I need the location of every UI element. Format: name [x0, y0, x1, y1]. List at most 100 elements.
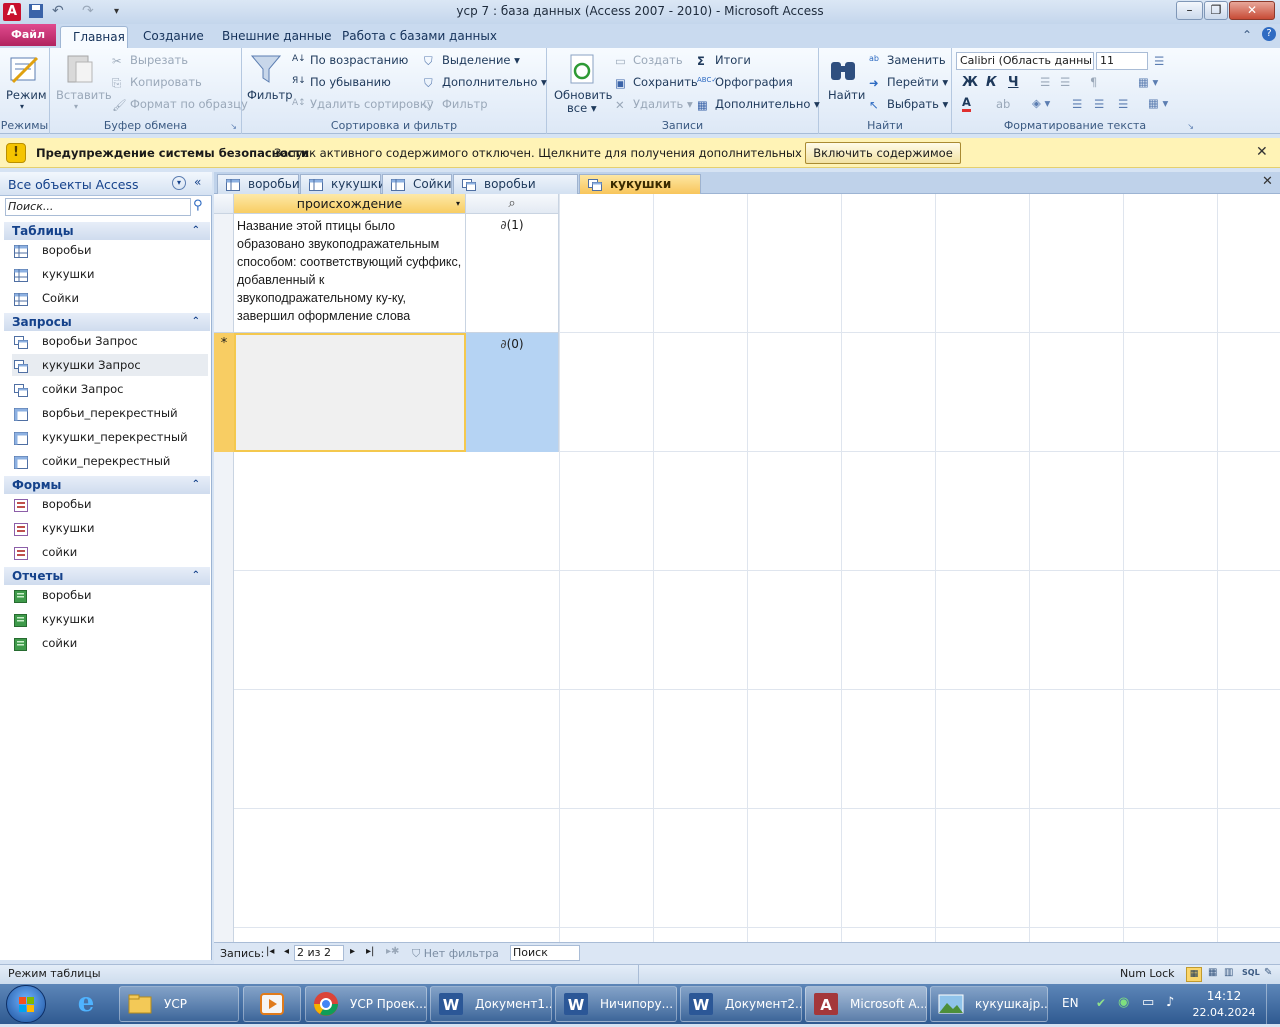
nav-item-reports-0[interactable]: воробьи: [12, 584, 208, 606]
row-selector[interactable]: [214, 214, 234, 333]
doc-tab-kukushki[interactable]: кукушки: [300, 174, 386, 194]
advanced-filter-button[interactable]: ⛉ Дополнительно ▾: [424, 75, 547, 90]
collapse-section-icon[interactable]: ⌃: [192, 476, 200, 494]
tab-file[interactable]: Файл: [0, 24, 56, 46]
paste-dropdown-icon[interactable]: ▾: [74, 102, 78, 111]
spelling-button[interactable]: ABC✓Орфография: [697, 75, 793, 90]
taskbar-item-word-doc2[interactable]: W Документ2...: [680, 986, 802, 1022]
replace-button[interactable]: ab Заменить: [869, 53, 946, 68]
datasheet-search-input[interactable]: Поиск: [510, 945, 580, 961]
view-dropdown-icon[interactable]: ▾: [20, 102, 24, 111]
sql-view-icon[interactable]: SQL: [1242, 968, 1260, 977]
toggle-filter-button[interactable]: ⛉ Фильтр: [424, 97, 488, 112]
highlight-icon[interactable]: ab: [996, 97, 1010, 111]
nav-item-queries-4[interactable]: кукушки_перекрестный: [12, 426, 208, 448]
select-button[interactable]: ↖ Выбрать ▾: [869, 97, 948, 112]
bold-button[interactable]: Ж: [962, 75, 978, 90]
paste-button[interactable]: Вставить: [56, 88, 112, 102]
italic-button[interactable]: К: [986, 75, 997, 90]
minimize-ribbon-icon[interactable]: ⌃: [1242, 28, 1252, 42]
format-painter-button[interactable]: 🖌 Формат по образцу: [112, 97, 248, 112]
sort-desc-button[interactable]: Я↓ По убыванию: [292, 75, 391, 90]
nav-item-tables-0[interactable]: воробьи: [12, 239, 208, 261]
close-button[interactable]: ✕: [1229, 1, 1275, 20]
save-record-button[interactable]: ▣ Сохранить: [615, 75, 698, 90]
list-icon[interactable]: ☰: [1154, 54, 1164, 68]
network-icon[interactable]: ▭: [1142, 995, 1154, 1010]
nav-header[interactable]: Все объекты Access ▾ «: [0, 172, 212, 196]
taskbar-item-chrome-usr[interactable]: УСР Проек...: [305, 986, 427, 1022]
enable-content-button[interactable]: Включить содержимое: [805, 142, 961, 164]
clock-time[interactable]: 14:12: [1196, 989, 1252, 1003]
column-header-attachment[interactable]: ⌕: [466, 194, 559, 214]
taskbar-item-image-kukushka[interactable]: кукушкаjp...: [930, 986, 1048, 1022]
clock-date[interactable]: 22.04.2024: [1192, 1006, 1256, 1019]
tab-external-data[interactable]: Внешние данные: [210, 26, 343, 48]
column-dropdown-icon[interactable]: ▾: [456, 194, 460, 213]
fill-color-icon[interactable]: ◈ ▾: [1032, 96, 1050, 110]
help-icon[interactable]: ?: [1262, 27, 1276, 41]
first-record-icon[interactable]: |◂: [266, 946, 274, 957]
current-record-input[interactable]: 2 из 2: [294, 945, 344, 961]
sort-asc-button[interactable]: A↓ По возрастанию: [292, 53, 408, 68]
shutter-bar-icon[interactable]: «: [194, 175, 201, 189]
volume-icon[interactable]: ♪: [1166, 995, 1174, 1010]
prev-record-icon[interactable]: ◂: [284, 946, 289, 957]
minimize-button[interactable]: –: [1176, 1, 1203, 20]
nav-item-forms-2[interactable]: сойки: [12, 541, 208, 563]
gridlines-icon[interactable]: ▦ ▾: [1138, 75, 1158, 89]
nav-item-tables-2[interactable]: Сойки: [12, 287, 208, 309]
selection-button[interactable]: ⛉ Выделение ▾: [424, 53, 520, 68]
tab-create[interactable]: Создание: [131, 26, 216, 48]
ie-icon[interactable]: e: [66, 988, 106, 1020]
new-record-button[interactable]: ▭ Создать: [615, 53, 683, 68]
nav-item-queries-2[interactable]: сойки Запрос: [12, 378, 208, 400]
delete-record-button[interactable]: ✕ Удалить ▾: [615, 97, 693, 112]
close-warning-icon[interactable]: ✕: [1256, 144, 1268, 160]
doc-tab-vorobi[interactable]: воробьи: [217, 174, 300, 194]
nav-item-queries-1[interactable]: кукушки Запрос: [12, 354, 208, 376]
filter-status[interactable]: ⛉ Нет фильтра: [412, 947, 499, 961]
nav-section-queries[interactable]: Запросы ⌃: [4, 313, 210, 331]
network-tray-icon[interactable]: ✔: [1096, 996, 1106, 1010]
new-record-selector[interactable]: *: [214, 333, 234, 452]
copy-button[interactable]: ⎘ Копировать: [112, 75, 202, 90]
find-button[interactable]: Найти: [828, 88, 865, 102]
totals-button[interactable]: Σ Итоги: [697, 53, 751, 68]
font-color-icon[interactable]: A: [962, 96, 971, 112]
remove-sort-button[interactable]: A↕ Удалить сортировку: [292, 97, 434, 112]
taskbar-item-folder-usr[interactable]: УСР: [119, 986, 239, 1022]
nav-section-forms[interactable]: Формы ⌃: [4, 476, 210, 494]
cell-attachment[interactable]: ∂(1): [466, 214, 559, 333]
nav-item-queries-3[interactable]: ворбьи_перекрестный: [12, 402, 208, 424]
nav-item-queries-5[interactable]: сойки_перекрестный: [12, 450, 208, 472]
collapse-section-icon[interactable]: ⌃: [192, 313, 200, 331]
restore-button[interactable]: ❐: [1204, 1, 1228, 20]
datasheet-view-icon[interactable]: ▦: [1186, 967, 1202, 982]
select-all-cell[interactable]: [214, 194, 234, 214]
nav-item-tables-1[interactable]: кукушки: [12, 263, 208, 285]
cell-new-attachment[interactable]: ∂(0): [466, 333, 559, 452]
nav-item-queries-0[interactable]: воробьи Запрос: [12, 330, 208, 352]
doc-tab-vorobi-query[interactable]: воробьи Запрос: [453, 174, 578, 209]
paragraph-icon[interactable]: ¶: [1090, 75, 1097, 89]
underline-button[interactable]: Ч: [1008, 75, 1019, 90]
align-center-icon[interactable]: ☰: [1094, 97, 1104, 111]
collapse-section-icon[interactable]: ⌃: [192, 222, 200, 240]
doc-tab-kukushki-query[interactable]: кукушки Запрос: [579, 174, 701, 209]
nav-menu-chevron-icon[interactable]: ▾: [172, 176, 186, 190]
next-record-icon[interactable]: ▸: [350, 946, 355, 957]
taskbar-item-media-player[interactable]: [243, 986, 301, 1022]
taskbar-item-word-doc1[interactable]: W Документ1...: [430, 986, 552, 1022]
column-header-proiskhozhdenie[interactable]: происхождение ▾: [234, 194, 466, 214]
start-button[interactable]: [6, 985, 46, 1023]
filter-button[interactable]: Фильтр: [247, 88, 293, 102]
collapse-section-icon[interactable]: ⌃: [192, 567, 200, 585]
dialog-launcher-icon[interactable]: ↘: [1187, 122, 1194, 131]
refresh-button[interactable]: Обновить: [554, 88, 612, 102]
nav-item-forms-0[interactable]: воробьи: [12, 493, 208, 515]
align-right-icon[interactable]: ☰: [1118, 97, 1128, 111]
nav-item-reports-2[interactable]: сойки: [12, 632, 208, 654]
tab-home[interactable]: Главная: [60, 26, 128, 48]
font-name-select[interactable]: Calibri (Область данны: [956, 52, 1094, 70]
